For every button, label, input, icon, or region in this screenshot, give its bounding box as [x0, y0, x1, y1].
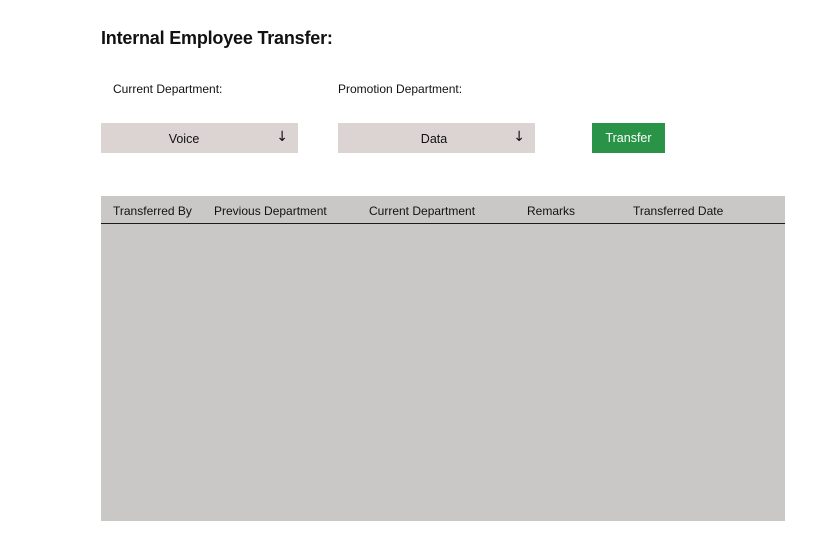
current-department-value: Voice	[168, 132, 200, 146]
transfer-button[interactable]: Transfer	[592, 123, 665, 153]
column-header-current-department[interactable]: Current Department	[369, 204, 475, 218]
current-department-select[interactable]: Voice ↓	[101, 123, 298, 153]
column-header-transferred-date[interactable]: Transferred Date	[633, 204, 723, 218]
arrow-down-icon: ↓	[276, 129, 288, 145]
arrow-down-icon: ↓	[513, 129, 525, 145]
table-body	[101, 224, 785, 521]
promotion-department-label: Promotion Department:	[338, 82, 463, 96]
transfer-history-table: Transferred By Previous Department Curre…	[101, 196, 785, 521]
column-header-transferred-by[interactable]: Transferred By	[113, 204, 192, 218]
page-title: Internal Employee Transfer:	[101, 28, 333, 48]
promotion-department-select[interactable]: Data ↓	[338, 123, 535, 153]
promotion-department-value: Data	[420, 132, 448, 146]
column-header-previous-department[interactable]: Previous Department	[214, 204, 327, 218]
current-department-label: Current Department:	[113, 82, 223, 96]
table-header: Transferred By Previous Department Curre…	[101, 196, 785, 224]
column-header-remarks[interactable]: Remarks	[527, 204, 575, 218]
